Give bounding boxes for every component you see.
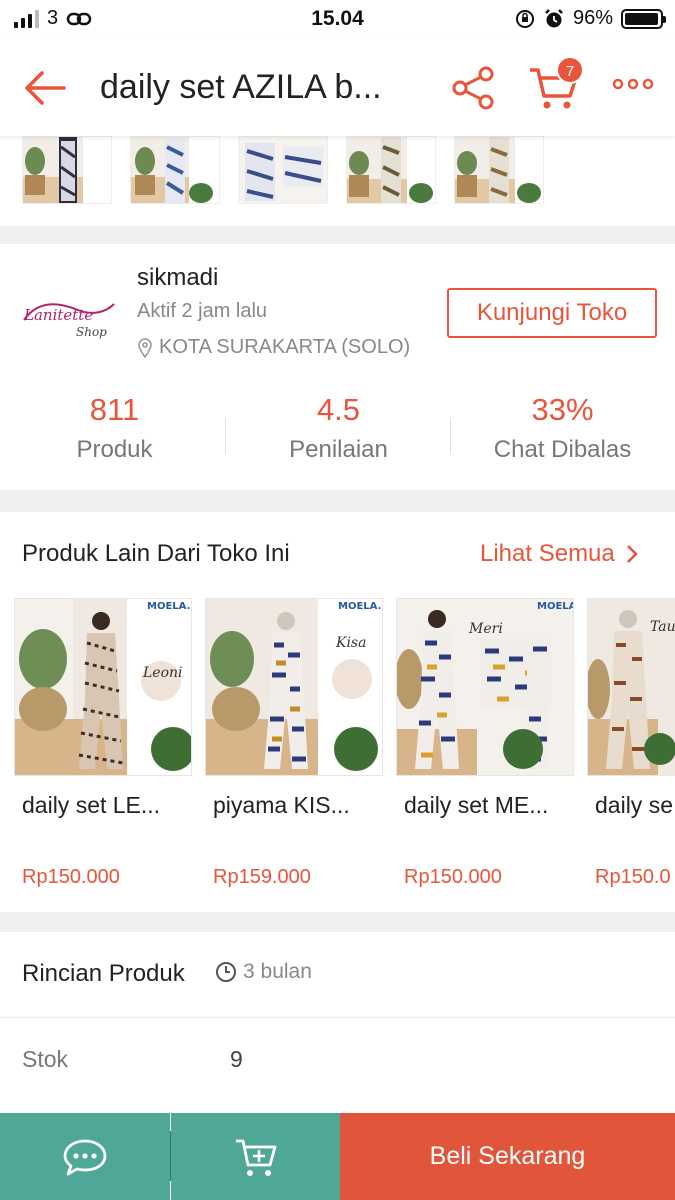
chat-button[interactable] (0, 1113, 170, 1200)
shop-logo[interactable]: Lanitette Shop (18, 290, 118, 346)
location-pin-icon (138, 337, 152, 358)
product-thumbnail[interactable] (454, 136, 544, 204)
status-bar: 3 15.04 96% (0, 0, 675, 36)
cart-count-badge: 7 (556, 56, 584, 84)
clock-icon (216, 962, 236, 982)
visit-shop-button[interactable]: Kunjungi Toko (447, 288, 657, 338)
product-price: Rp150.0 (595, 866, 671, 888)
battery-icon (621, 8, 666, 29)
product-image-thumbnails (0, 136, 675, 226)
product-name: daily se (595, 792, 673, 818)
chat-icon (63, 1139, 107, 1175)
product-image: MOELA. Kisa (205, 598, 383, 776)
stat-rating[interactable]: 4.5 Penilaian (226, 392, 451, 464)
product-thumbnail[interactable] (346, 136, 436, 204)
product-thumbnail[interactable] (130, 136, 220, 204)
product-details-title: Rincian Produk (22, 960, 185, 987)
section-divider (0, 490, 675, 512)
stat-chat-replied[interactable]: 33% Chat Dibalas (450, 392, 675, 464)
product-price: Rp150.000 (22, 866, 120, 888)
shop-location: KOTA SURAKARTA (SOLO) (137, 336, 410, 359)
stat-label: Penilaian (289, 436, 388, 463)
stat-products[interactable]: 811 Produk (2, 392, 227, 464)
add-to-cart-button[interactable] (171, 1113, 340, 1200)
product-name: daily set ME... (404, 792, 549, 818)
product-thumbnail[interactable] (238, 136, 328, 204)
stock-value: 9 (230, 1046, 243, 1072)
product-price: Rp150.000 (404, 866, 502, 888)
stat-value: 4.5 (316, 392, 361, 427)
section-divider (0, 912, 675, 932)
share-icon[interactable] (450, 64, 498, 112)
brand-label: MOELA. (147, 601, 191, 612)
add-to-cart-icon (235, 1139, 276, 1176)
product-image: MOELA. Meri (396, 598, 574, 776)
listing-age: 3 bulan (215, 960, 312, 984)
other-products-title: Produk Lain Dari Toko Ini (22, 540, 290, 567)
rotation-lock-icon (515, 9, 534, 28)
product-price: Rp159.000 (213, 866, 311, 888)
see-all-link[interactable]: Lihat Semua (480, 540, 639, 568)
svg-text:Shop: Shop (76, 325, 107, 339)
brand-label: MOELA. (338, 601, 382, 612)
page-title: daily set AZILA b... (100, 68, 382, 106)
back-arrow-icon[interactable] (20, 66, 70, 110)
divider (0, 1017, 675, 1018)
section-divider (0, 226, 675, 244)
alarm-icon (545, 8, 563, 27)
stat-value: 811 (89, 392, 140, 427)
listing-age-text: 3 bulan (243, 960, 312, 983)
bottom-action-bar: Beli Sekarang (0, 1113, 675, 1200)
shop-active-status: Aktif 2 jam lalu (137, 300, 268, 322)
product-tag: Leoni (143, 665, 183, 681)
product-card[interactable]: MOELA. Kisa piyama KIS... Rp159.000 (205, 598, 383, 898)
chevron-right-icon (626, 545, 638, 563)
product-card[interactable]: Tau daily se Rp150.0 (587, 598, 675, 898)
buy-now-button[interactable]: Beli Sekarang (340, 1113, 675, 1200)
stat-label: Chat Dibalas (493, 436, 632, 463)
product-thumbnail[interactable] (22, 136, 112, 204)
product-image: Tau (587, 598, 675, 776)
brand-label: MOELA. (537, 601, 573, 612)
product-name: daily set LE... (22, 792, 161, 818)
battery-percent: 96% (572, 7, 613, 29)
stat-value: 33% (531, 392, 594, 427)
shop-name[interactable]: sikmadi (137, 264, 218, 292)
top-navigation-bar: daily set AZILA b... 7 (0, 36, 675, 136)
product-tag: Kisa (336, 635, 367, 651)
product-tag: Meri (469, 621, 503, 637)
stock-label: Stok (22, 1046, 69, 1072)
more-options-icon[interactable] (610, 72, 656, 96)
shop-location-text: KOTA SURAKARTA (SOLO) (159, 336, 411, 358)
product-card[interactable]: MOELA. Leoni daily set LE... Rp150.000 (14, 598, 192, 898)
see-all-label: Lihat Semua (480, 540, 615, 567)
stat-label: Produk (76, 436, 153, 463)
product-card[interactable]: MOELA. Meri daily set ME... Rp150.000 (396, 598, 574, 898)
product-image: MOELA. Leoni (14, 598, 192, 776)
product-name: piyama KIS... (213, 792, 350, 818)
svg-text:Lanitette: Lanitette (23, 306, 93, 324)
product-tag: Tau (650, 619, 675, 635)
